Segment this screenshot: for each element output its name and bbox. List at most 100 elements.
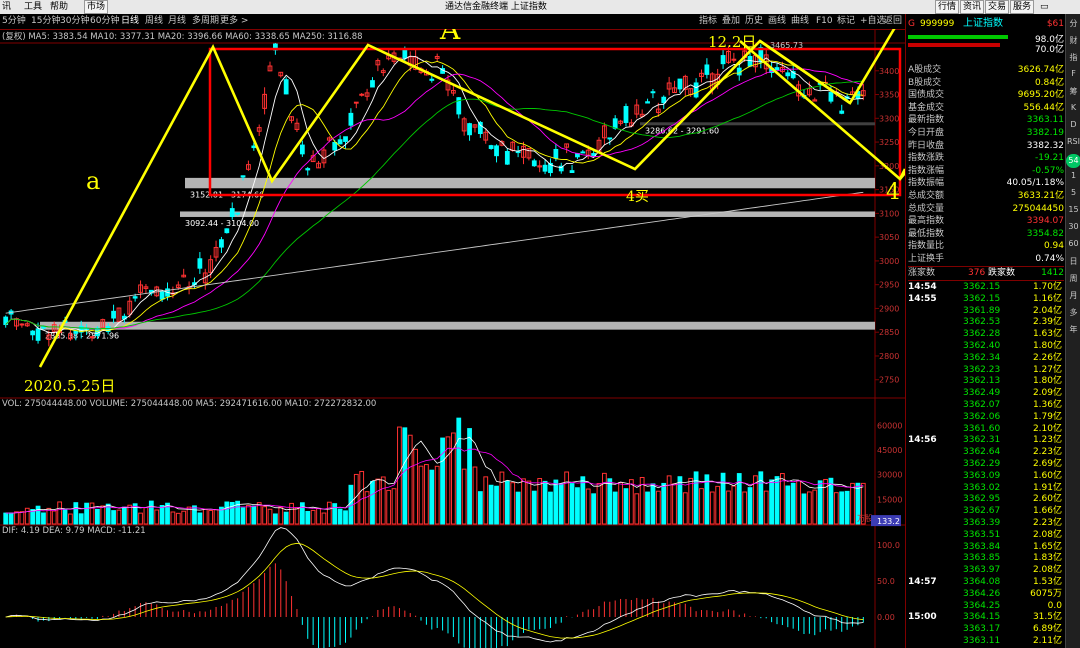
side-icon[interactable]: 财	[1066, 35, 1080, 46]
quote-value: -0.57%	[1032, 165, 1064, 176]
quote-value: 0.74%	[1035, 254, 1064, 264]
tick-row: 3362.34 2.26亿	[908, 353, 1064, 364]
tick-price: 3362.31	[963, 435, 1001, 446]
candle-body	[774, 67, 780, 71]
candle-body	[348, 112, 354, 126]
quote-label: 国债成交	[908, 90, 945, 101]
tick-price: 3362.95	[963, 494, 1001, 505]
candle-body	[84, 328, 89, 331]
side-icon[interactable]: 5	[1066, 188, 1080, 197]
tick-row: 3362.29 2.69亿	[908, 459, 1064, 470]
quote-row: 最低指数 3354.82	[908, 228, 1064, 240]
side-icon[interactable]: 1	[1066, 171, 1080, 180]
volume-bar	[353, 473, 359, 525]
minimize-icon[interactable]: ▭	[1040, 1, 1049, 13]
dif-line	[5, 527, 864, 643]
tick-vol: 2.08亿	[1032, 529, 1062, 540]
quote-label: A股成交	[908, 65, 942, 75]
tick-vol: 2.09亿	[1032, 388, 1062, 399]
quote-label: 指数量比	[908, 241, 945, 252]
side-icon[interactable]: 15	[1066, 205, 1080, 214]
tick-vol: 2.26亿	[1032, 352, 1062, 363]
candle-body	[467, 123, 472, 136]
tool-add-favorite[interactable]: +自选	[860, 16, 886, 27]
volume-bar	[78, 513, 84, 525]
quote-label: 上证换手	[908, 254, 945, 264]
candle-body	[515, 151, 521, 154]
volume-bar	[337, 508, 343, 525]
side-icon-strip: 分财指 F 筹 K D RSI 54 1 5 15 30 60 日周月多年	[1065, 14, 1080, 648]
tick-vol: 31.5亿	[1032, 612, 1062, 623]
volume-bar	[370, 480, 375, 525]
candle-body	[197, 258, 203, 269]
period-more[interactable]: 更多 >	[220, 16, 248, 27]
tick-price: 3363.39	[963, 518, 1001, 528]
tool-mark[interactable]: 标记	[837, 16, 855, 27]
volume-bar	[213, 509, 219, 525]
side-icon[interactable]: 分	[1066, 18, 1080, 29]
side-icon[interactable]: K	[1066, 103, 1080, 112]
tool-indicator[interactable]: 指标	[699, 16, 717, 27]
volume-bar	[461, 468, 467, 525]
top-button[interactable]: 资讯	[960, 0, 985, 14]
side-icon[interactable]: 多	[1066, 307, 1080, 318]
side-icon[interactable]: 年	[1066, 324, 1080, 335]
tick-row: 3363.09 1.60亿	[908, 471, 1064, 482]
period-multi[interactable]: 多周期	[192, 16, 219, 27]
menu-item[interactable]: 帮助	[50, 1, 68, 13]
volume-bar	[181, 510, 187, 525]
tick-row: 3362.67 1.66亿	[908, 506, 1064, 517]
quote-row: 基金成交 556.44亿	[908, 102, 1064, 114]
menu-item[interactable]: 讯	[2, 1, 11, 13]
label-date-start: 2020.5.25日	[24, 377, 115, 395]
side-icon[interactable]: 60	[1066, 239, 1080, 248]
macd-tick: 133.2	[877, 517, 900, 526]
period-30min[interactable]: 30分钟	[60, 16, 89, 27]
period-15min[interactable]: 15分钟	[31, 16, 60, 27]
top-button[interactable]: 交易	[985, 0, 1010, 14]
period-60min[interactable]: 60分钟	[90, 16, 119, 27]
tool-back[interactable]: 返回	[884, 16, 902, 27]
volume-bar	[278, 506, 284, 525]
side-icon[interactable]: F	[1066, 69, 1080, 78]
candle-body	[839, 110, 845, 114]
candle-body	[159, 291, 165, 300]
quote-value: 3394.07	[1026, 216, 1064, 227]
period-day[interactable]: 日线	[121, 16, 139, 27]
quote-row: 总成交额 3633.21亿	[908, 190, 1064, 202]
label-four: 4	[886, 180, 900, 205]
tool-overlay[interactable]: 叠加	[722, 16, 740, 27]
candle-body	[650, 91, 656, 94]
tool-history[interactable]: 历史	[745, 16, 763, 27]
period-5min[interactable]: 5分钟	[2, 16, 26, 27]
side-icon[interactable]: 周	[1066, 273, 1080, 284]
side-icon[interactable]: 月	[1066, 290, 1080, 301]
tick-price: 3363.85	[963, 553, 1001, 564]
tool-f10[interactable]: F10	[816, 16, 833, 27]
side-icon[interactable]: 指	[1066, 52, 1080, 63]
quote-label: 总成交量	[908, 203, 945, 214]
volume-bar	[89, 502, 95, 525]
side-icon[interactable]: 54	[1066, 154, 1080, 168]
kline-chart[interactable]: 3286.62 - 3291.603152.81 - 3174.663092.4…	[0, 29, 905, 648]
tick-vol: 1.65亿	[1032, 541, 1062, 552]
volume-bar	[726, 490, 731, 525]
side-icon[interactable]: 筹	[1066, 86, 1080, 97]
period-week[interactable]: 周线	[145, 16, 163, 27]
menu-item[interactable]: 市场	[84, 0, 109, 14]
top-button[interactable]: 行情	[935, 0, 960, 14]
volume-bar	[62, 508, 68, 525]
tool-curve[interactable]: 曲线	[791, 16, 809, 27]
menu-item[interactable]: 工具	[24, 1, 42, 13]
side-icon[interactable]: 日	[1066, 256, 1080, 267]
side-icon[interactable]: D	[1066, 120, 1080, 129]
side-icon[interactable]: RSI	[1066, 137, 1080, 146]
top-button[interactable]: 服务	[1010, 0, 1035, 14]
volume-bar	[688, 477, 694, 525]
period-month[interactable]: 月线	[168, 16, 186, 27]
tool-draw[interactable]: 画线	[768, 16, 786, 27]
side-icon[interactable]: 30	[1066, 222, 1080, 231]
quote-panel: G 999999 上证指数 $61 98.0亿 70.0亿 A股成交 3626.7…	[905, 14, 1066, 648]
candle-body	[299, 144, 305, 155]
volume-bar	[8, 512, 14, 525]
